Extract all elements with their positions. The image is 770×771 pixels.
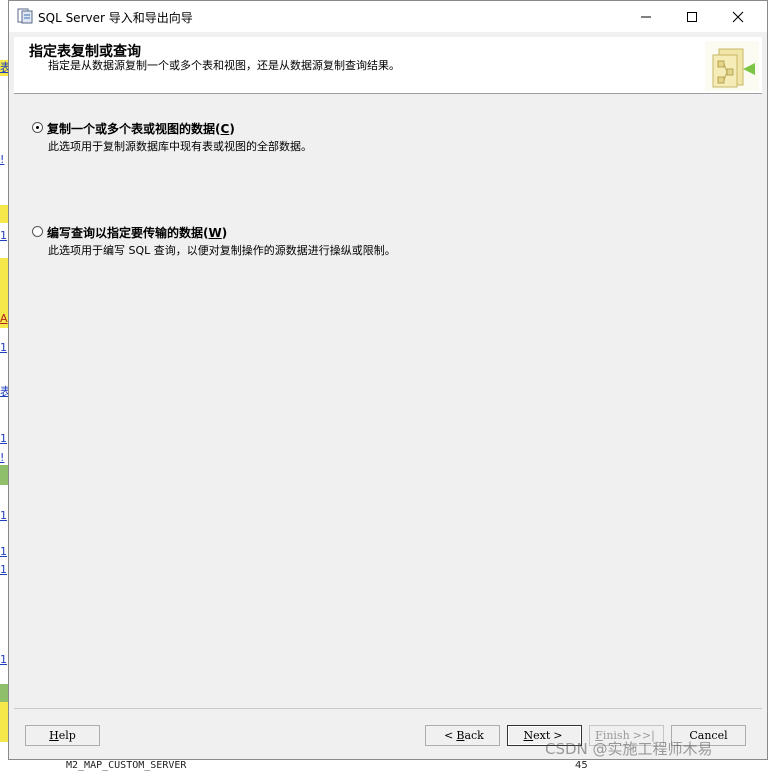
background-table-text: M2_MAP_CUSTOM_SERVER (66, 760, 187, 771)
background-text: 1 (0, 653, 7, 666)
window-title: SQL Server 导入和导出向导 (38, 11, 193, 25)
help-button[interactable]: Help (25, 725, 100, 746)
background-text: A (0, 312, 8, 325)
title-bar[interactable]: SQL Server 导入和导出向导 (9, 1, 767, 32)
csdn-watermark: CSDN @实施工程师木易 (545, 740, 713, 758)
background-text: ! (0, 451, 5, 464)
wizard-dialog: SQL Server 导入和导出向导 指定表复制或查询 指定是从数据源复制一个或… (8, 0, 768, 760)
wizard-header: 指定表复制或查询 指定是从数据源复制一个或多个表和视图，还是从数据源复制查询结果… (14, 37, 762, 94)
background-text: 1 (0, 563, 7, 576)
close-icon (732, 11, 744, 22)
minimize-icon (641, 16, 651, 17)
close-button[interactable] (715, 1, 761, 32)
back-button[interactable]: < Back (425, 725, 500, 746)
radio-write-query[interactable] (32, 226, 43, 237)
minimize-button[interactable] (623, 1, 669, 32)
radio-copy-tables[interactable] (32, 122, 43, 133)
background-text: 1 (0, 509, 7, 522)
background-text: 1 (0, 432, 7, 445)
option-copy-tables-label[interactable]: 复制一个或多个表或视图的数据(C) (47, 120, 235, 137)
background-text: ! (0, 153, 5, 166)
page-description: 指定是从数据源复制一个或多个表和视图，还是从数据源复制查询结果。 (48, 59, 400, 72)
background-table-number: 45 (575, 760, 588, 771)
maximize-button[interactable] (669, 1, 715, 32)
option-write-query-label[interactable]: 编写查询以指定要传输的数据(W) (47, 224, 227, 241)
maximize-icon (687, 11, 697, 22)
background-text: 1 (0, 229, 7, 242)
wizard-table-icon (705, 41, 759, 91)
background-text: 1 (0, 545, 7, 558)
back-arrow-icon: < (444, 729, 454, 742)
option-write-query-description: 此选项用于编写 SQL 查询，以便对复制操作的源数据进行操纵或限制。 (48, 244, 396, 257)
app-icon (17, 8, 33, 24)
option-copy-tables-description: 此选项用于复制源数据库中现有表或视图的全部数据。 (48, 140, 312, 153)
background-text: 1 (0, 341, 7, 354)
